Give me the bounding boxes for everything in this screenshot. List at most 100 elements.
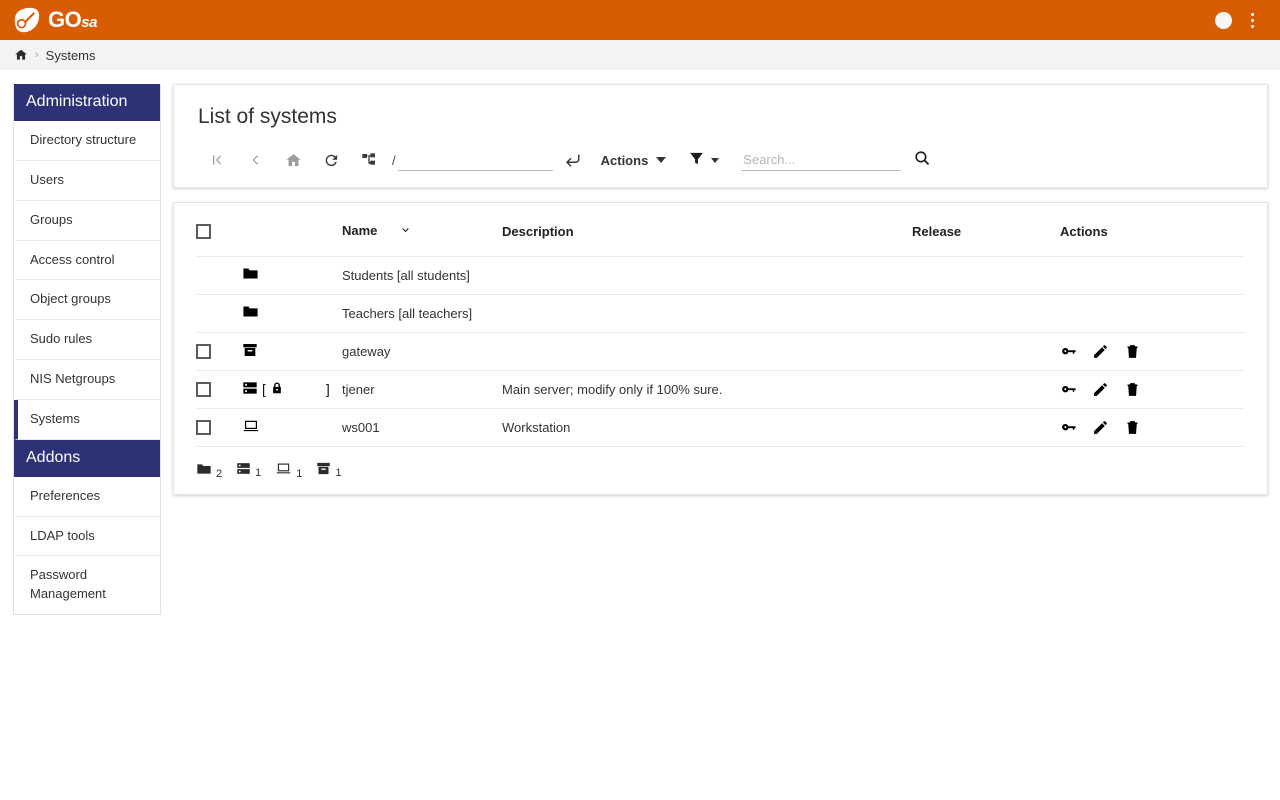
home-icon[interactable] [14,48,28,62]
row-description: Main server; modify only if 100% sure. [502,369,912,409]
header-name[interactable]: Name [342,203,502,257]
legend-count: 2 [216,467,223,480]
row-release [912,331,1060,371]
pencil-icon[interactable] [1092,343,1109,360]
sidebar-item-users[interactable]: Users [14,160,160,201]
legend-count: 1 [335,467,342,480]
filter-funnel-icon[interactable] [688,150,705,170]
trash-icon[interactable] [1124,343,1141,360]
row-name[interactable]: tjener [342,369,502,409]
key-icon[interactable] [1060,343,1077,360]
trash-icon[interactable] [1124,381,1141,398]
path-input[interactable] [397,149,553,171]
path-field[interactable]: / [392,149,553,171]
sidebar-item-object-groups[interactable]: Object groups [14,280,160,321]
row-release [912,255,1060,295]
folder-icon [242,265,259,285]
sidebar-item-groups[interactable]: Groups [14,200,160,241]
row-release [912,293,1060,333]
row-select-cell [196,369,242,409]
key-icon[interactable] [1060,419,1077,436]
row-checkbox[interactable] [196,382,211,398]
search-box[interactable] [741,149,932,171]
table-legend-row: 2 1 1 1 [196,445,1245,495]
server-rack-icon [236,461,251,479]
table-row[interactable]: [ ] tjener Main server; modify only if 1… [196,369,1245,409]
table-header-row: Name Description Release Actions [196,203,1245,257]
sidebar-item-access-control[interactable]: Access control [14,240,160,281]
header-select [196,203,242,257]
kebab-menu-icon[interactable] [1250,12,1254,28]
table-row[interactable]: Students [all students] [196,255,1245,295]
legend-count: 1 [296,468,303,481]
row-description [502,331,912,371]
padlock-icon [270,381,284,398]
filter-dropdown[interactable] [688,150,720,170]
row-name[interactable]: gateway [342,331,502,371]
table-row[interactable]: gateway [196,331,1245,371]
table-row[interactable]: ws001 Workstation [196,407,1245,447]
reload-icon[interactable] [312,147,350,173]
select-all-checkbox[interactable] [196,224,211,240]
row-icon-cell [242,407,342,447]
sidebar-item-preferences[interactable]: Preferences [14,476,160,517]
row-description: Workstation [502,407,912,447]
row-name[interactable]: Students [all students] [342,255,502,295]
row-checkbox[interactable] [196,344,211,360]
header-actions: Actions [1060,203,1245,257]
actions-dropdown[interactable]: Actions [595,153,673,168]
server-rack-icon [242,380,258,399]
home-icon[interactable] [274,147,312,173]
trash-icon[interactable] [1124,419,1141,436]
app-logo-text: GOsa [48,7,97,32]
header-release[interactable]: Release [912,203,1060,257]
enter-arrow-icon[interactable] [553,147,591,173]
search-input[interactable] [741,149,902,171]
table-row[interactable]: Teachers [all teachers] [196,293,1245,333]
row-release [912,369,1060,409]
breadcrumb-item-systems[interactable]: Systems [46,48,96,63]
app-logo[interactable]: GOsa [12,7,97,34]
header-description[interactable]: Description [502,203,912,257]
row-select-cell [196,331,242,371]
legend-archive: 1 [316,461,342,480]
row-description [502,293,912,333]
key-icon[interactable] [1060,381,1077,398]
chevron-left-icon[interactable] [236,147,274,173]
lock-bracket-close: ] [325,381,330,398]
row-name[interactable]: Teachers [all teachers] [342,293,502,333]
sitemap-tree-icon[interactable] [350,147,388,173]
row-select-cell [196,407,242,447]
first-page-icon[interactable] [198,147,236,173]
row-actions [1060,293,1245,333]
row-release [912,407,1060,447]
magnifier-icon[interactable] [913,149,932,171]
sidebar-item-nis-netgroups[interactable]: NIS Netgroups [14,360,160,400]
row-select-cell [196,255,242,295]
row-actions [1060,369,1245,409]
user-avatar-icon[interactable] [1215,11,1232,29]
archive-box-icon [316,461,331,479]
sidebar-item-directory-structure[interactable]: Directory structure [14,121,160,161]
row-actions [1060,255,1245,295]
top-bar: GOsa [0,0,1280,40]
sidebar-item-ldap-tools[interactable]: LDAP tools [14,516,160,557]
folder-icon [196,461,212,480]
sidebar-section-addons: Addons [14,439,160,477]
shuttlecock-shield-icon [12,7,41,34]
sidebar-item-systems[interactable]: Systems [14,399,160,440]
row-description [502,255,912,295]
legend-folder: 2 [196,461,222,480]
pencil-icon[interactable] [1092,419,1109,436]
row-icon-cell: [ ] [242,369,342,409]
row-checkbox[interactable] [196,420,211,436]
row-name[interactable]: ws001 [342,407,502,447]
archive-box-icon [242,342,258,361]
header-icon [242,203,342,257]
sidebar-item-sudo-rules[interactable]: Sudo rules [14,320,160,361]
chevron-down-icon [399,224,412,240]
breadcrumb-separator: › [35,49,39,61]
sidebar-item-password-management[interactable]: Password Management [14,556,160,615]
breadcrumb: › Systems [0,40,1280,70]
pencil-icon[interactable] [1092,381,1109,398]
